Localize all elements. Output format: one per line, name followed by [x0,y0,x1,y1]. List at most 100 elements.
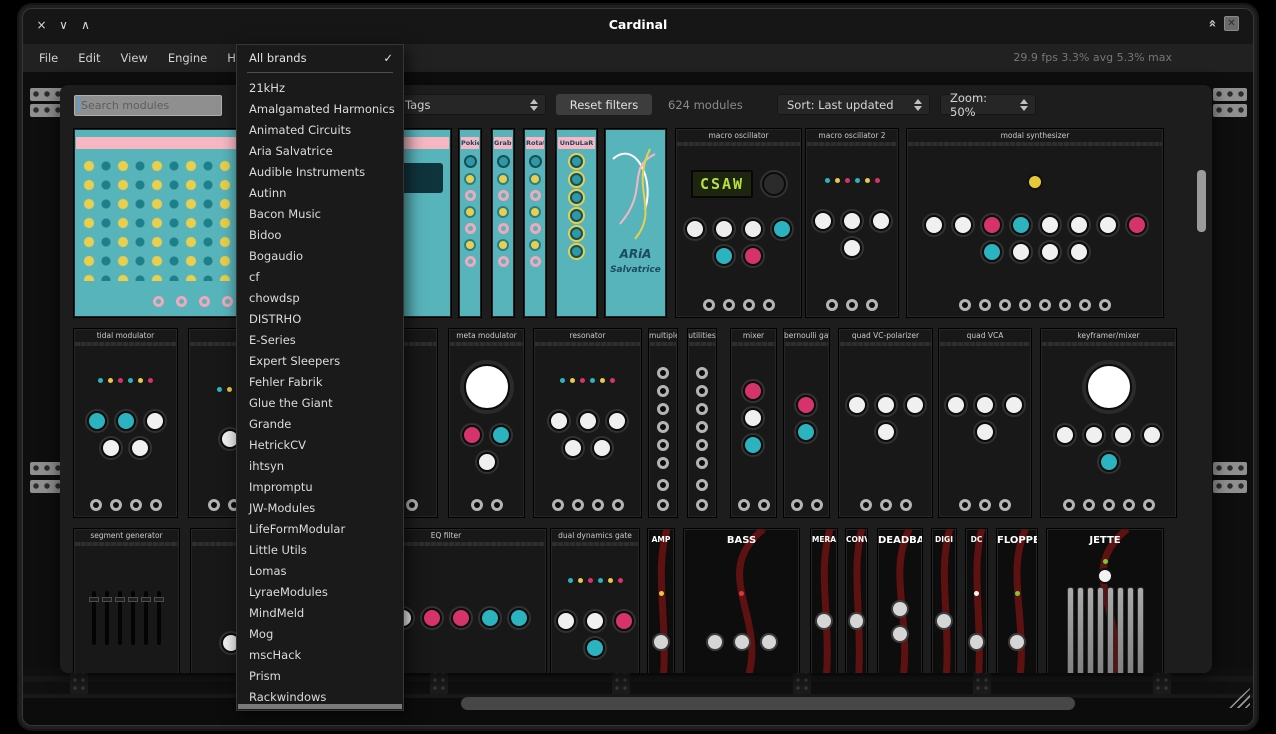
brand-option[interactable]: 21kHz [237,78,403,99]
menu-view[interactable]: View [121,51,148,65]
module-card-mera[interactable]: MERA [810,528,838,673]
zoom-select[interactable]: Zoom: 50% [940,94,1036,115]
brand-option[interactable]: Amalgamated Harmonics [237,99,403,120]
module-card-dual-dynamics-gate[interactable]: dual dynamics gate [550,528,640,673]
brand-option[interactable]: Grande [237,414,403,435]
module-card-macro-oscillator-2[interactable]: macro oscillator 2 [805,128,899,318]
menu-file[interactable]: File [39,51,58,65]
brand-option[interactable]: HetrickCV [237,435,403,456]
collapse-icon[interactable]: « [1204,19,1219,27]
module-body [839,347,932,489]
module-card-mixer[interactable]: mixer [730,328,777,518]
brand-option[interactable]: Prism [237,666,403,687]
module-body [74,347,177,489]
brand-option[interactable]: DISTRHO [237,309,403,330]
module-card-multiples[interactable]: multiples [648,328,678,518]
led [835,178,840,183]
module-card[interactable]: ARiASalvatrice [604,128,667,318]
module-body [74,547,179,673]
brand-option[interactable]: MindMeld [237,603,403,624]
menu-edit[interactable]: Edit [78,51,100,65]
brand-option[interactable]: Autinn [237,183,403,204]
module-card-resonator[interactable]: resonator [533,328,642,518]
brand-option[interactable]: Aria Salvatrice [237,141,403,162]
brand-option[interactable]: Fehler Fabrik [237,372,403,393]
brand-option[interactable]: mscHack [237,645,403,666]
module-card-bernoulli-gate[interactable]: bernoulli gate [783,328,830,518]
reset-filters-button[interactable]: Reset filters [556,94,652,115]
menu-engine[interactable]: Engine [168,51,207,65]
knob [614,611,634,631]
search-input[interactable] [74,95,222,116]
brand-option[interactable]: Bogaudio [237,246,403,267]
brand-option[interactable]: LifeFormModular [237,519,403,540]
spring [1067,587,1074,673]
module-card-bass[interactable]: BASS [683,528,800,673]
port-column [696,367,708,469]
module-card-deadband[interactable]: DEADBAND [877,528,923,673]
module-body [878,553,922,673]
led [825,178,830,183]
menu-scroll-indicator[interactable] [238,704,402,709]
knob-row [848,612,864,630]
brand-option[interactable]: JW-Modules [237,498,403,519]
brand-option[interactable]: Audible Instruments [237,162,403,183]
knob [585,638,605,658]
brand-option[interactable]: Expert Sleepers [237,351,403,372]
brand-option-all[interactable]: All brands ✓ [237,45,403,70]
port-row [1041,499,1176,511]
brand-option[interactable]: chowdsp [237,288,403,309]
module-card-pokies[interactable]: Pokies [458,128,482,318]
brand-option[interactable]: Animated Circuits [237,120,403,141]
brand-option[interactable]: Bidoo [237,225,403,246]
module-card-undular[interactable]: UnDuLaR [555,128,598,318]
brand-option[interactable]: LyraeModules [237,582,403,603]
module-card-flopper[interactable]: FLOPPER [996,528,1038,673]
brand-option[interactable]: Mog [237,624,403,645]
module-card-quad-vca[interactable]: quad VCA [938,328,1032,518]
module-card-rotatoes[interactable]: Rotatoes [523,128,547,318]
module-card-keyframer-mixer[interactable]: keyframer/mixer [1040,328,1177,518]
horizontal-scrollbar[interactable] [461,697,1075,710]
module-title: DEADBAND [878,529,922,546]
app-tray-icon[interactable]: ✕ [1224,16,1239,31]
knob [1040,242,1060,262]
brand-option[interactable]: Glue the Giant [237,393,403,414]
rack-rail [1213,480,1247,493]
fader-row [92,591,161,645]
port-jack [696,457,708,469]
led-row [568,578,623,583]
module-card-meta-modulator[interactable]: meta modulator [448,328,525,518]
module-title: mixer [731,329,776,342]
module-card-utilities[interactable]: utilities [687,328,717,518]
brand-option[interactable]: E-Series [237,330,403,351]
vertical-scrollbar[interactable] [1197,170,1206,232]
knob-row [843,395,928,442]
module-card-amp[interactable]: AMP [647,528,675,673]
brand-option[interactable]: cf [237,267,403,288]
module-card-conv[interactable]: CONV [845,528,868,673]
brand-option[interactable]: Little Utils [237,540,403,561]
module-card-tidal-modulator[interactable]: tidal modulator [73,328,178,518]
brand-option[interactable]: Lomas [237,561,403,582]
port-jack [763,299,775,311]
tags-select[interactable]: Tags [395,94,546,115]
module-card-dc[interactable]: DC [965,528,988,673]
brand-option[interactable]: Impromptu [237,477,403,498]
module-card-grabby[interactable]: Grabby [491,128,515,318]
module-card-quad-vc-polarizer[interactable]: quad VC-polarizer [838,328,933,518]
module-card-modal-synthesizer[interactable]: modal synthesizer [906,128,1164,318]
brand-option[interactable]: Bacon Music [237,204,403,225]
module-card-macro-oscillator[interactable]: macro oscillatorCSAW [675,128,802,318]
fader [118,591,122,645]
module-card-digi[interactable]: DIGI [931,528,957,673]
led [608,578,613,583]
titlebar: × ∨ ∧ Cardinal « ✕ [23,9,1253,44]
module-card-jette[interactable]: JETTE [1046,528,1164,673]
module-body [811,553,837,673]
knob [585,611,605,631]
port-jack [406,499,418,511]
module-card-segment-generator[interactable]: segment generator [73,528,180,673]
sort-select[interactable]: Sort: Last updated [777,94,930,115]
brand-option[interactable]: ihtsyn [237,456,403,477]
